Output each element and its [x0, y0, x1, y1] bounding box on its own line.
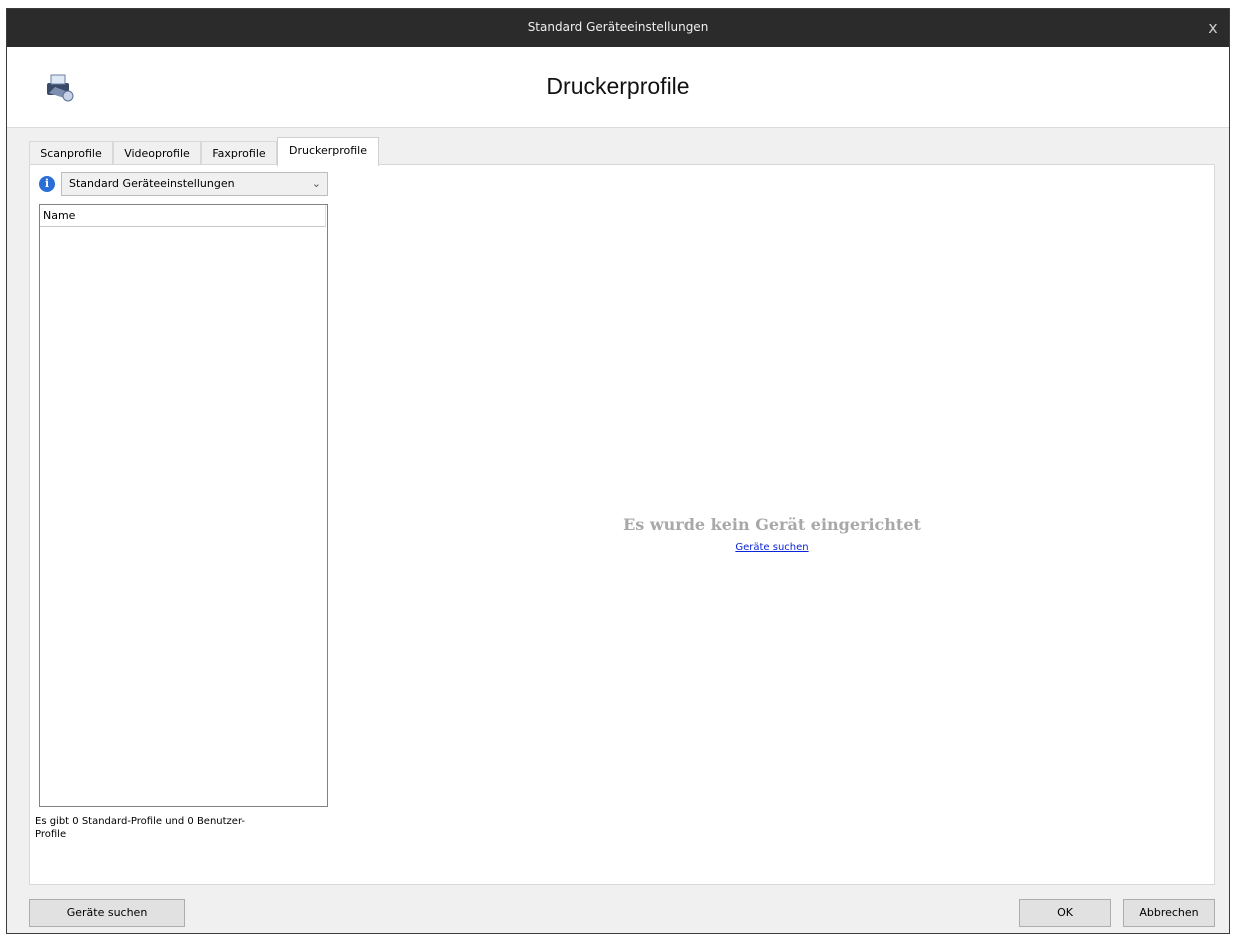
empty-state-message: Es wurde kein Gerät eingerichtet	[623, 515, 921, 534]
profile-list[interactable]: Name	[39, 204, 328, 807]
tab-scanprofile[interactable]: Scanprofile	[29, 141, 113, 165]
dialog-header: Druckerprofile	[7, 47, 1229, 128]
column-header-name[interactable]: Name	[40, 205, 326, 227]
tab-panel: i Standard Geräteeinstellungen ⌄ Name Es…	[29, 164, 1215, 885]
profile-select-value: Standard Geräteeinstellungen	[69, 177, 235, 190]
title-bar: Standard Geräteeinstellungen x	[7, 9, 1229, 47]
info-icon[interactable]: i	[39, 176, 55, 192]
search-devices-link: Geräte suchen	[330, 542, 1214, 553]
profile-count-text: Es gibt 0 Standard-Profile und 0 Benutze…	[35, 816, 246, 840]
search-devices-link-text[interactable]: Geräte suchen	[735, 542, 808, 553]
page-title: Druckerprofile	[546, 73, 690, 99]
ok-button[interactable]: OK	[1019, 899, 1111, 927]
profile-select[interactable]: Standard Geräteeinstellungen ⌄	[61, 172, 328, 196]
window-title: Standard Geräteeinstellungen	[527, 20, 709, 34]
close-icon[interactable]: x	[1203, 18, 1223, 38]
chevron-down-icon: ⌄	[311, 177, 321, 190]
cancel-button[interactable]: Abbrechen	[1123, 899, 1215, 927]
tab-videoprofile[interactable]: Videoprofile	[113, 141, 201, 165]
search-devices-button[interactable]: Geräte suchen	[29, 899, 185, 927]
tab-druckerprofile[interactable]: Druckerprofile	[277, 137, 379, 166]
settings-dialog: Standard Geräteeinstellungen x Druckerpr…	[6, 8, 1230, 934]
tab-faxprofile[interactable]: Faxprofile	[201, 141, 277, 165]
